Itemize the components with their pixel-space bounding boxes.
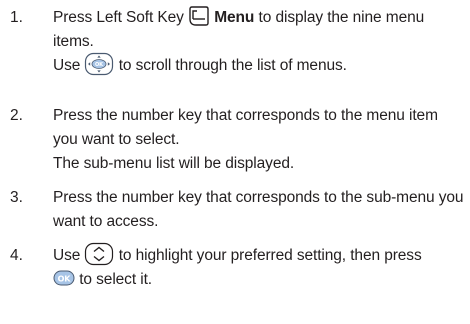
- instruction-page: 1. Press Left Soft Key Menu to display t…: [0, 0, 470, 324]
- svg-text:OK: OK: [96, 62, 105, 68]
- ok-key-label: OK: [58, 275, 72, 284]
- navigation-key-icon: OK: [84, 52, 114, 76]
- step-text: Press the number key that corresponds to…: [53, 107, 438, 172]
- step-text: Press Left Soft Key Menu to display the …: [53, 6, 465, 78]
- ok-key-icon: OK: [53, 270, 75, 286]
- left-soft-key-icon: [188, 6, 210, 26]
- step-text: Press the number key that corresponds to…: [53, 189, 464, 230]
- step-number: 4.: [10, 247, 23, 264]
- menu-label: Menu: [214, 9, 255, 26]
- up-down-navigation-key-icon: [84, 242, 114, 266]
- step-number: 1.: [10, 9, 23, 26]
- step-number: 3.: [10, 189, 23, 206]
- step-number: 2.: [10, 107, 23, 124]
- step-text: Use to highlight your preferred setting,…: [53, 242, 465, 292]
